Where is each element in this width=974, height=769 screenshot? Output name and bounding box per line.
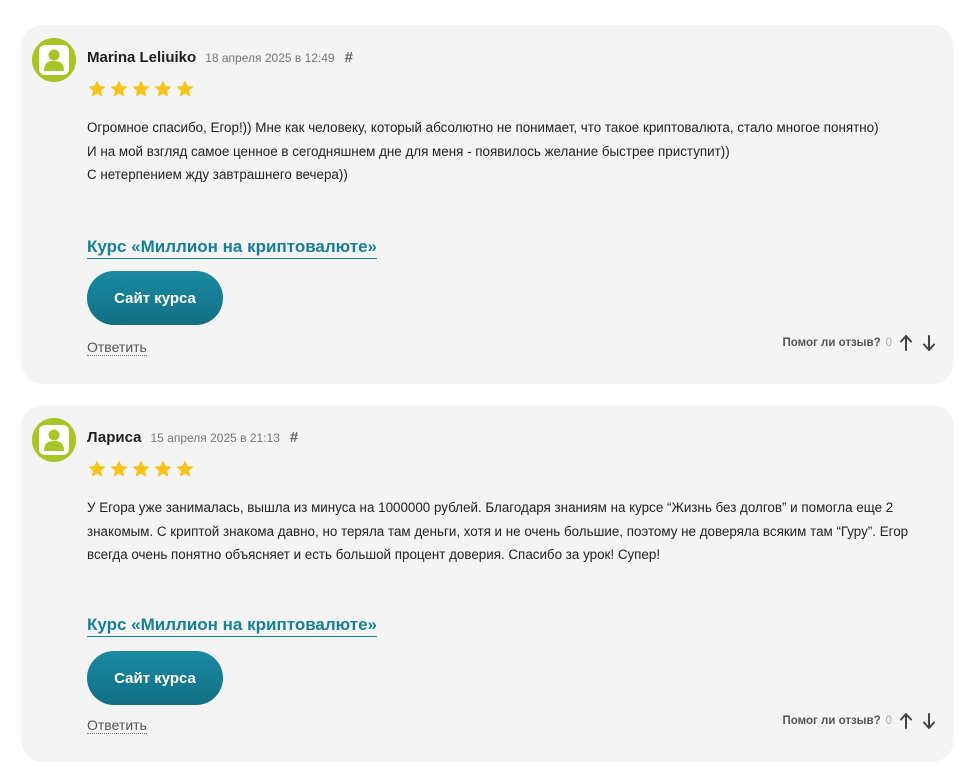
- helpful-question: Помог ли отзыв?: [782, 715, 881, 727]
- review-paragraph: Огромное спасибо, Егор!)) Мне как челове…: [87, 120, 879, 135]
- helpful-question: Помог ли отзыв?: [782, 337, 881, 349]
- course-site-button[interactable]: Сайт курса: [87, 651, 223, 705]
- star-icon: [88, 460, 106, 477]
- vote-down-button[interactable]: [920, 711, 938, 731]
- course-link[interactable]: Курс «Миллион на криптовалюте»: [87, 237, 378, 259]
- vote-up-button[interactable]: [897, 711, 915, 731]
- review-date: 18 апреля 2025 в 12:49: [205, 51, 335, 65]
- review-paragraph: И на мой взгляд самое ценное в сегодняшн…: [87, 143, 730, 159]
- review-author: Marina Leliuiko: [87, 49, 197, 66]
- review-card: Лариса 15 апреля 2025 в 21:13 # У Егора …: [21, 405, 954, 762]
- review-paragraph: У Егора уже занималась, вышла из минуса …: [87, 500, 909, 562]
- permalink-hash[interactable]: #: [290, 429, 298, 446]
- vote-down-button[interactable]: [920, 333, 938, 353]
- helpful-count: 0: [885, 715, 892, 727]
- star-icon: [154, 460, 172, 477]
- review-author: Лариса: [87, 429, 142, 446]
- review-card: Marina Leliuiko 18 апреля 2025 в 12:49 #…: [21, 25, 954, 384]
- arrow-up-icon: [900, 713, 912, 729]
- avatar: [32, 418, 76, 462]
- arrow-up-icon: [900, 335, 912, 351]
- review-text: У Егора уже занималась, вышла из минуса …: [87, 496, 937, 567]
- star-rating: [87, 79, 195, 99]
- star-rating: [87, 459, 195, 479]
- reply-link[interactable]: Ответить: [87, 339, 147, 356]
- course-link[interactable]: Курс «Миллион на криптовалюте»: [87, 615, 378, 637]
- review-header: Marina Leliuiko 18 апреля 2025 в 12:49 #: [87, 49, 353, 66]
- review-text: Огромное спасибо, Егор!)) Мне как челове…: [87, 116, 937, 187]
- review-date: 15 апреля 2025 в 21:13: [150, 431, 280, 445]
- permalink-hash[interactable]: #: [345, 49, 353, 66]
- user-silhouette-icon: [32, 38, 76, 82]
- avatar: [32, 38, 76, 82]
- vote-up-button[interactable]: [897, 333, 915, 353]
- arrow-down-icon: [923, 335, 935, 351]
- helpful-vote: Помог ли отзыв? 0: [783, 711, 938, 731]
- star-icon: [88, 80, 106, 97]
- course-site-button[interactable]: Сайт курса: [87, 271, 223, 325]
- review-header: Лариса 15 апреля 2025 в 21:13 #: [87, 429, 298, 446]
- star-icon: [176, 80, 194, 97]
- star-icon: [176, 460, 194, 477]
- reply-link[interactable]: Ответить: [87, 717, 147, 734]
- user-silhouette-icon: [32, 418, 76, 462]
- star-icon: [132, 80, 150, 97]
- helpful-count: 0: [885, 337, 892, 349]
- star-icon: [110, 460, 128, 477]
- review-paragraph: С нетерпением жду завтрашнего вечера)): [87, 167, 348, 182]
- helpful-vote: Помог ли отзыв? 0: [783, 333, 938, 353]
- star-icon: [154, 80, 172, 97]
- arrow-down-icon: [923, 713, 935, 729]
- star-icon: [132, 460, 150, 477]
- star-icon: [110, 80, 128, 97]
